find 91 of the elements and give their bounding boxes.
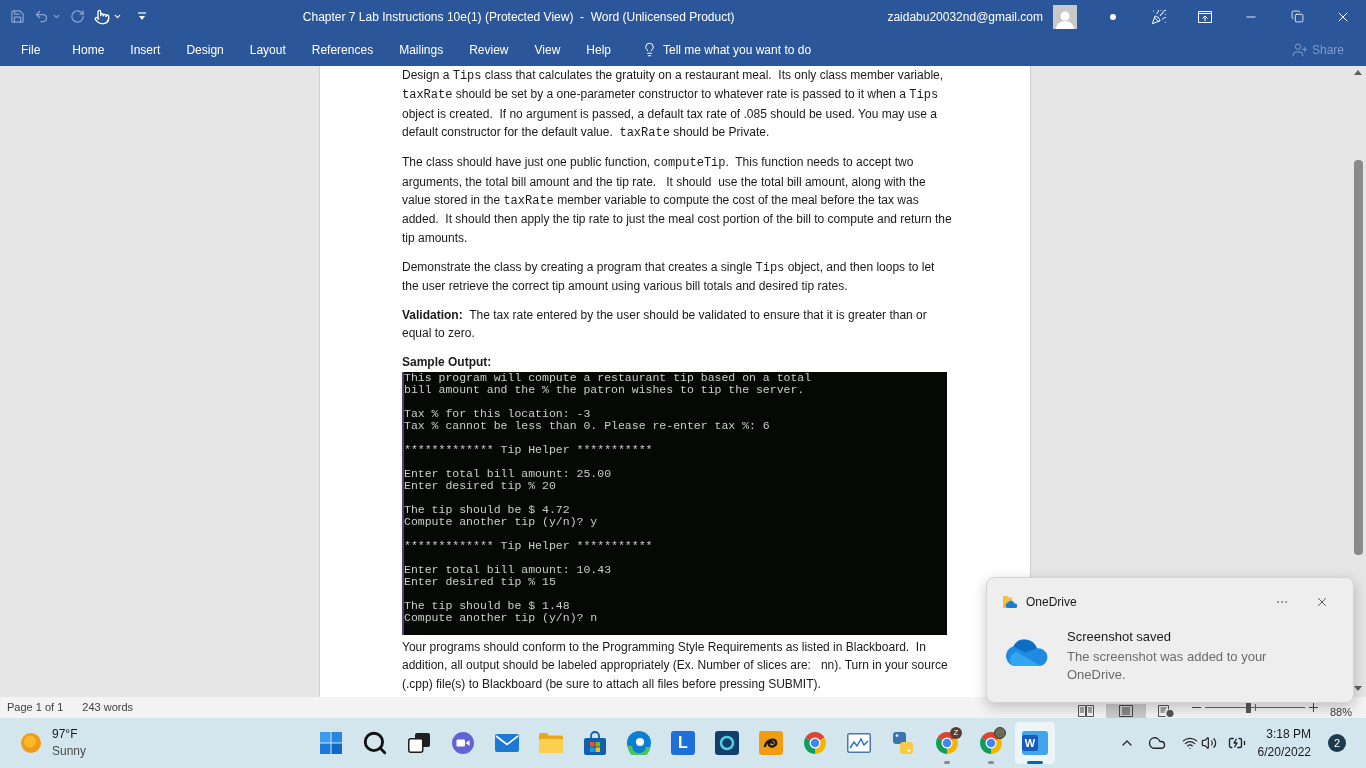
scroll-up-icon[interactable] bbox=[1354, 70, 1362, 75]
hand-pointer-icon[interactable] bbox=[94, 8, 110, 25]
line-graph-icon[interactable] bbox=[847, 733, 871, 753]
speaker-icon[interactable] bbox=[1200, 735, 1217, 751]
folder-cloud-icon bbox=[1003, 595, 1017, 609]
customize-caret-icon[interactable] bbox=[137, 12, 147, 21]
notification-app-name: OneDrive bbox=[1026, 594, 1077, 611]
user-plus-icon bbox=[1291, 41, 1308, 58]
console-line: ************* Tip Helper *********** bbox=[404, 443, 653, 456]
notification-count[interactable]: 2 bbox=[1328, 734, 1346, 752]
ring-tile-icon[interactable] bbox=[715, 731, 739, 755]
ribbon-tab[interactable]: Design bbox=[173, 33, 237, 66]
console-line: Tax % for this location: -3 bbox=[404, 407, 591, 420]
wifi-icon[interactable] bbox=[1181, 735, 1198, 751]
taskbar-button[interactable]: Z bbox=[927, 722, 967, 764]
four-squares-icon[interactable] bbox=[320, 732, 342, 754]
box-arrow-up-icon[interactable] bbox=[1198, 10, 1212, 23]
paragraph: Your programs should conform to the Programming Style Requirements as listed in Blackboard. In addition, all output should be labeled appropriately (Ex. Number of slices are: nn). Turn in your source (.cpp) file(s) to Blackboard (be sure to attach all files before pressing SUBMIT). bbox=[402, 638, 949, 693]
scrollbar-thumb[interactable] bbox=[1353, 160, 1363, 555]
minus-icon[interactable] bbox=[1191, 707, 1201, 708]
app-letter-tile[interactable]: W bbox=[1022, 735, 1038, 751]
user-avatar[interactable] bbox=[1053, 4, 1077, 29]
shopping-bag-icon[interactable] bbox=[584, 731, 606, 755]
clock-time[interactable]: 3:18 PM bbox=[1266, 725, 1311, 743]
taskbar-button[interactable]: W bbox=[1015, 722, 1055, 764]
overlapping-squares-icon[interactable] bbox=[408, 733, 430, 753]
zoom-level[interactable]: 88% bbox=[1329, 706, 1352, 718]
close-icon[interactable] bbox=[1315, 595, 1329, 609]
ribbon-tab[interactable]: Help bbox=[573, 33, 624, 66]
ribbon-tab[interactable]: Layout bbox=[236, 33, 299, 66]
page-globe-icon[interactable] bbox=[1157, 705, 1174, 717]
account-email[interactable]: zaidabu20032nd@gmail.com bbox=[887, 7, 1043, 26]
ribbon-tab[interactable]: Mailings bbox=[386, 33, 457, 66]
tricolor-ring-icon[interactable] bbox=[935, 731, 959, 755]
document-tile-icon[interactable]: W bbox=[1022, 731, 1048, 755]
search-icon[interactable] bbox=[362, 730, 388, 756]
profile-badge: Z bbox=[950, 727, 962, 739]
console-line: This program will compute a restaurant tip based on a total bbox=[404, 371, 812, 384]
taskbar-button[interactable]: L bbox=[663, 722, 703, 764]
console-line: The tip should be $ 1.48 bbox=[404, 599, 570, 612]
page-count[interactable]: Page 1 of 1 bbox=[7, 699, 64, 716]
notification-body: The screenshot was added to your OneDrive. bbox=[1067, 648, 1268, 684]
paragraph: The class should have just one public function, computeTip. This function needs to accept two arguments, the total bill amount and the tip rate. It should use the total bill amount, along with the value stored in the taxRate member variable to compute the cost of the meal before the tax was added. It should then apply the tip rate to just the meal cost portion of the bill to compute and return the tip amounts. bbox=[402, 154, 952, 247]
console-line: The tip should be $ 4.72 bbox=[404, 503, 570, 516]
page-lines-icon[interactable] bbox=[1118, 705, 1133, 717]
book-icon[interactable] bbox=[1077, 705, 1094, 717]
window-title: Chapter 7 Lab Instructions 10e(1) (Protected View) - Word (Unlicensed Product) bbox=[302, 8, 735, 26]
restore-icon[interactable] bbox=[1290, 10, 1304, 23]
zoom-slider-thumb[interactable] bbox=[1246, 702, 1252, 713]
envelope-icon[interactable] bbox=[495, 734, 519, 752]
ribbon-tab[interactable]: Review bbox=[456, 33, 522, 66]
squiggle-tile-icon[interactable] bbox=[759, 731, 783, 755]
paragraph: Validation: The tax rate entered by the user should be validated to ensure that it is greater than or equal to zero. bbox=[402, 306, 928, 343]
plus-icon[interactable] bbox=[1308, 703, 1318, 712]
tricolor-ring-icon[interactable] bbox=[979, 731, 1003, 755]
lightbulb-icon bbox=[642, 41, 657, 58]
console-line: ************* Tip Helper *********** bbox=[404, 539, 653, 552]
view-button[interactable] bbox=[1105, 704, 1146, 718]
console-line: Compute another tip (y/n)? n bbox=[404, 611, 598, 624]
console-line: Enter desired tip % 20 bbox=[404, 479, 556, 492]
console-line: bill amount and the % the patron wishes to tip the server. bbox=[404, 383, 805, 396]
paragraph: Design a Tips class that calculates the gratuity on a restaurant meal. Its only class member variable, taxRate should be set by a one-parameter constructor to whatever rate is passed to it when a Tips object is created. If no argument is passed, a default tax rate of .085 should be used. You may use a default constructor for the default value. taxRate should be Private. bbox=[402, 67, 945, 143]
app-letter-tile[interactable]: L bbox=[671, 731, 695, 755]
console-line: Compute another tip (y/n)? y bbox=[404, 515, 598, 528]
interlocked-shapes-icon[interactable] bbox=[891, 731, 915, 755]
paragraph: Demonstrate the class by creating a program that creates a single Tips object, and then loops to let the user retrieve the correct tip amount using various bill totals and desired tip rates. bbox=[402, 258, 936, 296]
word-count[interactable]: 243 words bbox=[82, 699, 134, 716]
ribbon-tab[interactable]: References bbox=[298, 33, 387, 66]
weather-condition[interactable]: Sunny bbox=[52, 743, 87, 760]
cloud-icon[interactable] bbox=[1147, 734, 1166, 752]
cloud-icon bbox=[1005, 638, 1049, 666]
console-line: Enter total bill amount: 25.00 bbox=[404, 467, 612, 480]
tell-me-search[interactable]: Tell me what you want to do bbox=[636, 33, 818, 66]
console-line: Tax % cannot be less than 0. Please re-enter tax %: 6 bbox=[404, 419, 770, 432]
ribbon-tab[interactable]: Insert bbox=[117, 33, 174, 66]
notification-toast[interactable]: OneDrive Screenshot saved The screenshot was added to your OneDrive. bbox=[986, 577, 1354, 703]
ribbon-tab[interactable]: File bbox=[8, 33, 54, 66]
weather-temperature[interactable]: 97°F bbox=[52, 726, 87, 743]
caret-icon[interactable] bbox=[113, 12, 122, 21]
notification-title: Screenshot saved bbox=[1067, 628, 1173, 646]
console-line: Enter total bill amount: 10.43 bbox=[404, 563, 612, 576]
video-chat-icon[interactable] bbox=[451, 731, 475, 755]
party-popper-icon[interactable] bbox=[1151, 8, 1167, 25]
section-label: Sample Output: bbox=[402, 354, 492, 372]
scroll-down-icon[interactable] bbox=[1354, 686, 1362, 691]
ribbon-tab[interactable]: Home bbox=[59, 33, 118, 66]
ribbon-tab[interactable]: View bbox=[521, 33, 574, 66]
console-line: Enter desired tip % 15 bbox=[404, 575, 556, 588]
swirl-icon[interactable] bbox=[627, 731, 651, 755]
clock-date[interactable]: 6/20/2022 bbox=[1257, 743, 1311, 761]
tricolor-ring-icon[interactable] bbox=[803, 731, 827, 755]
